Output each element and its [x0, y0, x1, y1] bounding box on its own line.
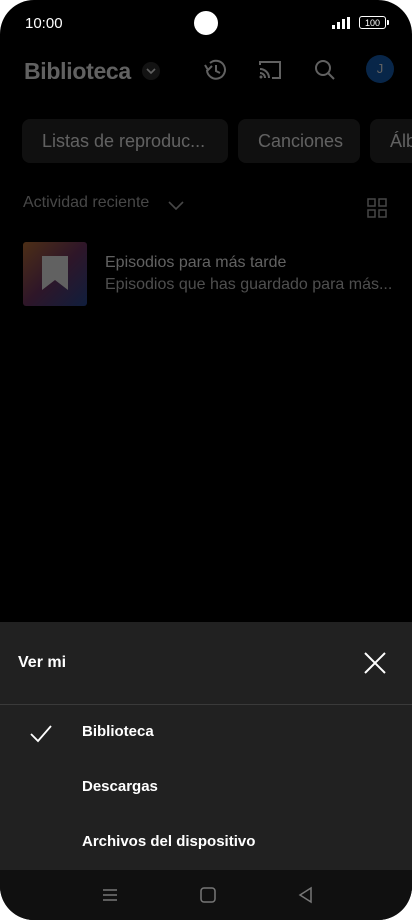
chevron-down-icon[interactable]: [166, 196, 186, 214]
filter-chips: Listas de reproduc... Canciones Álb: [22, 119, 412, 163]
item-subtitle: Episodios que has guardado para más...: [105, 276, 393, 293]
list-item[interactable]: Episodios para más tarde Episodios que h…: [23, 242, 392, 306]
check-icon: [30, 725, 52, 743]
history-icon[interactable]: [201, 56, 229, 84]
home-icon[interactable]: [198, 885, 218, 905]
chip-playlists[interactable]: Listas de reproduc...: [22, 119, 228, 163]
sheet-header: Ver mi: [0, 622, 412, 705]
chip-songs[interactable]: Canciones: [238, 119, 360, 163]
avatar[interactable]: J: [366, 55, 394, 83]
chevron-down-icon[interactable]: [142, 62, 160, 80]
item-title: Episodios para más tarde: [105, 254, 287, 271]
recent-activity-label[interactable]: Actividad reciente: [23, 194, 149, 212]
option-library[interactable]: Biblioteca: [0, 706, 412, 760]
app-bar: Biblioteca J: [0, 48, 412, 94]
battery-icon: 100: [359, 16, 389, 29]
option-label: Descargas: [82, 778, 158, 795]
option-label: Biblioteca: [82, 723, 154, 740]
cast-icon[interactable]: [256, 56, 284, 84]
option-downloads[interactable]: Descargas: [0, 761, 412, 815]
episodes-thumbnail: [23, 242, 87, 306]
sheet-title: Ver mi: [18, 654, 67, 671]
chip-albums[interactable]: Álb: [370, 119, 412, 163]
menu-icon[interactable]: [100, 885, 120, 905]
page-title[interactable]: Biblioteca: [24, 58, 131, 85]
battery-level: 100: [364, 18, 381, 28]
bookmark-icon: [42, 256, 68, 290]
back-icon[interactable]: [296, 885, 316, 905]
phone-screen: 10:00 100 Biblioteca J Listas de reprodu…: [0, 0, 412, 920]
camera-cutout: [194, 11, 218, 35]
status-time: 10:00: [25, 15, 63, 32]
option-label: Archivos del dispositivo: [82, 833, 256, 850]
status-bar: 10:00 100: [0, 0, 412, 46]
option-device-files[interactable]: Archivos del dispositivo: [0, 816, 412, 870]
close-icon[interactable]: [362, 650, 388, 676]
grid-view-icon[interactable]: [367, 198, 387, 218]
system-nav-bar: [0, 870, 412, 920]
signal-icon: [332, 17, 352, 29]
search-icon[interactable]: [311, 56, 339, 84]
